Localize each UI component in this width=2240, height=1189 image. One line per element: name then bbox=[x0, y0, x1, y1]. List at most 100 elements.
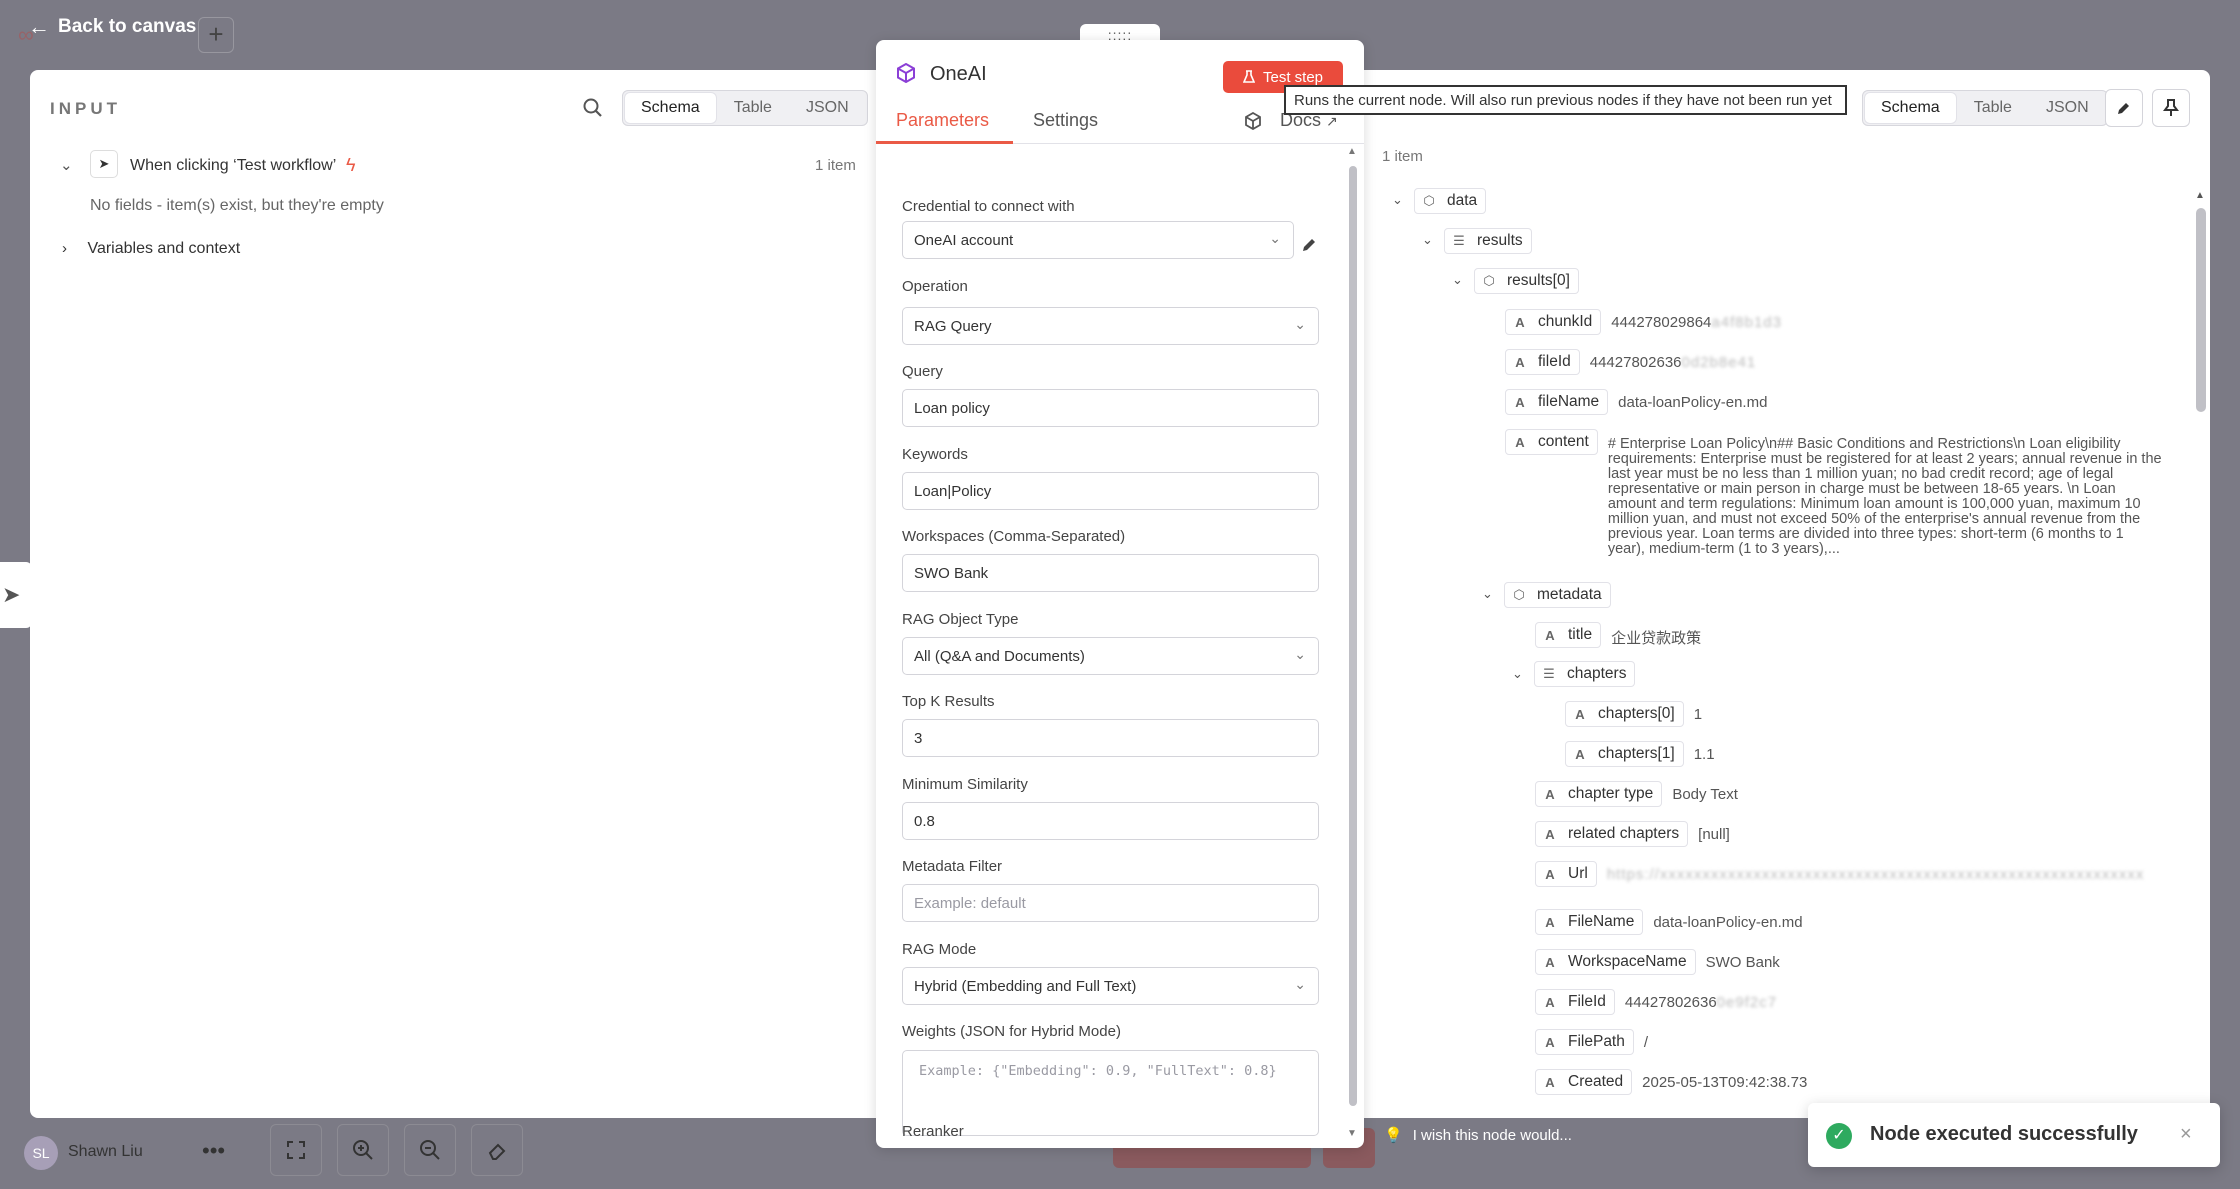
workspaces-input[interactable]: SWO Bank bbox=[902, 554, 1319, 592]
tree-value: 1.1 bbox=[1693, 746, 1715, 763]
output-tab-table[interactable]: Table bbox=[1958, 93, 2028, 123]
chevron-down-icon[interactable]: ⌄ bbox=[1482, 586, 1493, 602]
tab-parameters[interactable]: Parameters bbox=[896, 110, 989, 131]
output-tab-schema[interactable]: Schema bbox=[1865, 93, 1956, 123]
back-to-canvas-label: Back to canvas bbox=[58, 16, 197, 37]
min-similarity-input[interactable]: 0.8 bbox=[902, 802, 1319, 840]
tree-value: data-loanPolicy-en.md bbox=[1618, 394, 1768, 411]
close-icon[interactable]: × bbox=[2180, 1123, 2192, 1146]
tree-key: content bbox=[1538, 433, 1589, 450]
eraser-icon bbox=[488, 1143, 506, 1160]
output-tab-json[interactable]: JSON bbox=[2030, 93, 2105, 123]
node-title[interactable]: OneAI bbox=[930, 63, 987, 86]
text-type-icon: A bbox=[1545, 1034, 1555, 1050]
tree-key: Created bbox=[1568, 1073, 1624, 1090]
cursor-icon: ➤ bbox=[90, 150, 118, 178]
tree-field-FileName[interactable]: A FileName data-loanPolicy-en.md bbox=[1535, 909, 1803, 937]
text-type-icon: A bbox=[1545, 627, 1555, 643]
top-k-input[interactable]: 3 bbox=[902, 719, 1319, 757]
rag-mode-select[interactable]: Hybrid (Embedding and Full Text) ⌄ bbox=[902, 967, 1319, 1005]
output-scroll-thumb[interactable] bbox=[2196, 208, 2206, 412]
list-icon: ☰ bbox=[1453, 233, 1465, 248]
add-node-button[interactable]: + bbox=[198, 17, 234, 53]
variables-context-toggle[interactable]: › Variables and context bbox=[62, 240, 240, 258]
tree-value: 44427802636 bbox=[1624, 994, 1717, 1011]
test-step-tooltip: Runs the current node. Will also run pre… bbox=[1284, 85, 1847, 115]
tree-node-chapters[interactable]: ☰ chapters bbox=[1534, 661, 1636, 689]
tree-field-workspace-name[interactable]: A WorkspaceName SWO Bank bbox=[1535, 949, 1780, 977]
chevron-down-icon[interactable]: ⌄ bbox=[60, 156, 73, 174]
tree-field-created[interactable]: A Created 2025-05-13T09:42:38.73 bbox=[1535, 1069, 1807, 1097]
input-tab-table[interactable]: Table bbox=[718, 93, 788, 123]
search-icon[interactable] bbox=[582, 97, 604, 119]
fit-view-button[interactable] bbox=[270, 1124, 322, 1176]
pencil-icon[interactable] bbox=[1300, 236, 1318, 254]
bulb-icon: 💡 bbox=[1384, 1127, 1403, 1144]
scroll-down-arrow-icon[interactable]: ▼ bbox=[1347, 1128, 1357, 1139]
edit-output-button[interactable] bbox=[2105, 89, 2143, 127]
tree-field-content[interactable]: Acontent # Enterprise Loan Policy\n## Ba… bbox=[1505, 429, 2163, 574]
tidy-up-button[interactable] bbox=[471, 1124, 523, 1176]
tree-field-filename[interactable]: AfileName data-loanPolicy-en.md bbox=[1505, 389, 1767, 417]
tree-node-metadata[interactable]: ⬡ metadata bbox=[1504, 582, 1611, 610]
text-type-icon: A bbox=[1515, 434, 1525, 450]
zoom-out-button[interactable] bbox=[404, 1124, 456, 1176]
chevron-down-icon[interactable]: ⌄ bbox=[1452, 272, 1463, 288]
scroll-up-arrow-icon[interactable]: ▲ bbox=[2195, 190, 2205, 201]
tree-field-related-chapters[interactable]: Arelated chapters [null] bbox=[1535, 821, 1730, 849]
input-tab-schema[interactable]: Schema bbox=[625, 93, 716, 123]
tree-field-chapters-0[interactable]: Achapters[0] 1 bbox=[1565, 701, 1702, 729]
success-toast: ✓ Node executed successfully × bbox=[1808, 1103, 2220, 1167]
credential-select[interactable]: OneAI account ⌄ bbox=[902, 221, 1294, 259]
weights-textarea[interactable]: Example: {"Embedding": 0.9, "FullText": … bbox=[902, 1050, 1319, 1136]
query-label: Query bbox=[902, 363, 943, 380]
tree-field-FileId[interactable]: A FileId 44427802636 0e9f2c7 bbox=[1535, 989, 1777, 1017]
trigger-node-row[interactable]: ⌄ ➤ When clicking ‘Test workflow’ ϟ 1 it… bbox=[60, 150, 860, 180]
input-panel-title: INPUT bbox=[50, 99, 121, 118]
chevron-down-icon: ⌄ bbox=[1294, 316, 1306, 332]
tree-node-results[interactable]: ☰ results bbox=[1444, 228, 1532, 256]
input-view-switch: Schema Table JSON bbox=[622, 90, 868, 126]
tree-field-url[interactable]: A Url https://xxxxxxxxxxxxxxxxxxxxxxxxxxx… bbox=[1535, 861, 2162, 889]
parameters-scroll-thumb[interactable] bbox=[1349, 166, 1357, 1106]
rag-object-type-select[interactable]: All (Q&A and Documents) ⌄ bbox=[902, 637, 1319, 675]
text-type-icon: A bbox=[1545, 914, 1555, 930]
tree-node-data[interactable]: ⬡ data bbox=[1414, 188, 1487, 216]
input-tab-json[interactable]: JSON bbox=[790, 93, 865, 123]
text-type-icon: A bbox=[1515, 394, 1525, 410]
cube-icon[interactable] bbox=[1244, 112, 1262, 130]
fit-view-icon bbox=[287, 1141, 305, 1159]
text-type-icon: A bbox=[1515, 314, 1525, 330]
cube-icon: ⬡ bbox=[1483, 273, 1495, 288]
tree-key: fileName bbox=[1538, 393, 1600, 410]
panel-resize-handle[interactable]: ➤ bbox=[0, 562, 32, 628]
node-parameters-panel: OneAI Test step Parameters Settings Docs… bbox=[876, 40, 1364, 1148]
keywords-input[interactable]: Loan|Policy bbox=[902, 472, 1319, 510]
scroll-up-arrow-icon[interactable]: ▲ bbox=[1347, 146, 1357, 157]
tree-field-fileid[interactable]: AfileId 44427802636 0d2b8e41 bbox=[1505, 349, 1756, 377]
avatar[interactable]: SL bbox=[24, 1136, 58, 1170]
tree-field-chapter-type[interactable]: Achapter type Body Text bbox=[1535, 781, 1738, 809]
feedback-link[interactable]: 💡 I wish this node would... bbox=[1384, 1126, 1572, 1145]
chevron-down-icon[interactable]: ⌄ bbox=[1392, 192, 1403, 208]
query-input[interactable]: Loan policy bbox=[902, 389, 1319, 427]
pin-output-button[interactable] bbox=[2152, 89, 2190, 127]
back-to-canvas-button[interactable]: ← Back to canvas bbox=[28, 14, 196, 40]
zoom-in-button[interactable] bbox=[337, 1124, 389, 1176]
chevron-down-icon[interactable]: ⌄ bbox=[1512, 666, 1523, 682]
user-menu-button[interactable]: ••• bbox=[202, 1138, 225, 1164]
chevron-down-icon[interactable]: ⌄ bbox=[1422, 232, 1433, 248]
pencil-icon bbox=[2118, 103, 2129, 114]
operation-select[interactable]: RAG Query ⌄ bbox=[902, 307, 1319, 345]
tab-settings[interactable]: Settings bbox=[1033, 110, 1098, 131]
tree-field-title[interactable]: Atitle 企业贷款政策 bbox=[1535, 622, 1701, 650]
output-item-count: 1 item bbox=[1382, 148, 1423, 165]
tree-field-chapters-1[interactable]: Achapters[1] 1.1 bbox=[1565, 741, 1715, 769]
metadata-filter-input[interactable]: Example: default bbox=[902, 884, 1319, 922]
tree-field-FilePath[interactable]: A FilePath / bbox=[1535, 1029, 1648, 1057]
tree-field-chunkid[interactable]: AchunkId 444278029864 a4f8b1d3 bbox=[1505, 309, 1782, 337]
rag-mode-value: Hybrid (Embedding and Full Text) bbox=[914, 977, 1137, 995]
tree-key: chapter type bbox=[1568, 785, 1654, 802]
workspaces-label: Workspaces (Comma-Separated) bbox=[902, 528, 1126, 545]
tree-node-results-0[interactable]: ⬡ results[0] bbox=[1474, 268, 1579, 296]
